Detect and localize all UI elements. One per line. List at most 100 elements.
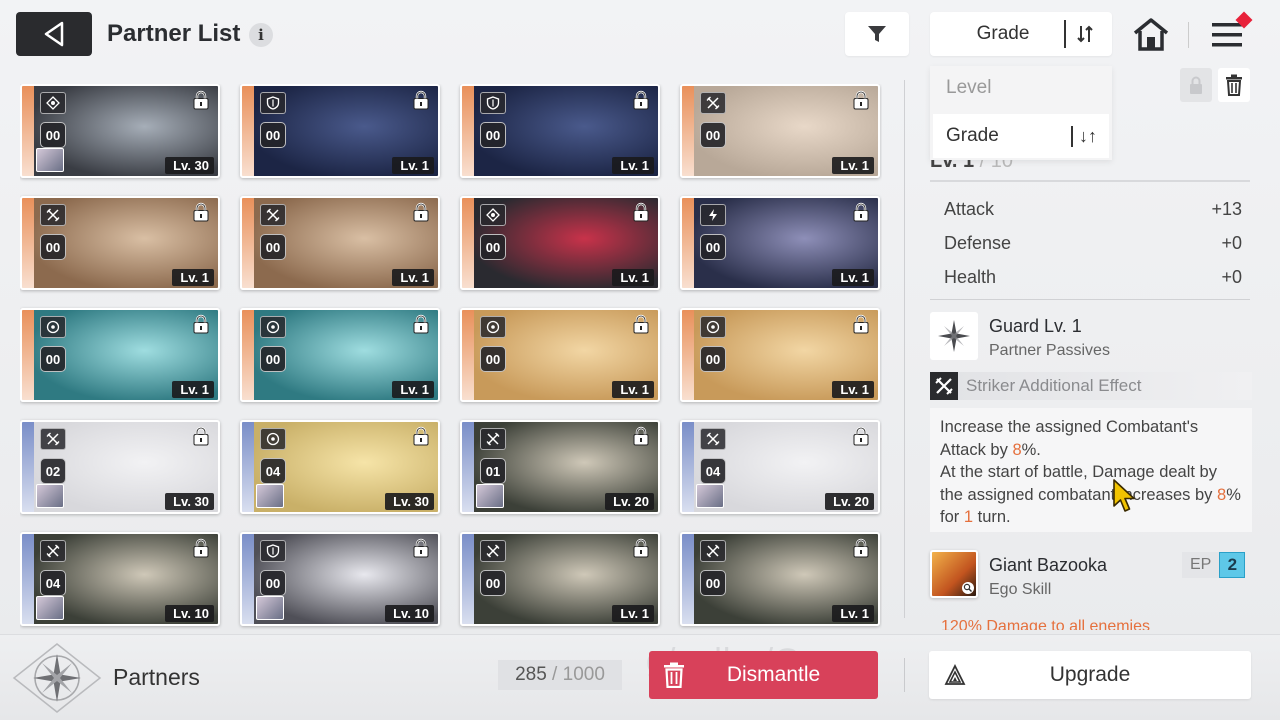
sort-option-label: Grade bbox=[946, 125, 999, 146]
partner-count: 285 / 1000 bbox=[498, 660, 622, 690]
partner-rank: 00 bbox=[480, 346, 506, 372]
upgrade-button[interactable]: Upgrade bbox=[929, 651, 1251, 699]
striker-icon bbox=[930, 372, 958, 400]
rarity-stripe bbox=[462, 422, 474, 512]
stats-list: Attack +13 Defense +0 Health +0 bbox=[930, 192, 1252, 294]
rarity-stripe bbox=[22, 198, 34, 288]
lock-icon bbox=[632, 202, 650, 222]
partner-card[interactable]: 00 Lv. 10 bbox=[240, 532, 440, 626]
circle-target-icon bbox=[40, 316, 66, 338]
lock-icon bbox=[632, 90, 650, 110]
partner-rank: 04 bbox=[40, 570, 66, 596]
lock-icon bbox=[192, 90, 210, 110]
lock-icon bbox=[1190, 76, 1202, 94]
rarity-stripe bbox=[22, 534, 34, 624]
partner-level-badge: Lv. 1 bbox=[392, 381, 434, 398]
partner-card[interactable]: 00 Lv. 1 bbox=[680, 196, 880, 290]
equipped-combatant-avatar bbox=[696, 484, 724, 508]
partner-card[interactable]: 00 Lv. 1 bbox=[680, 308, 880, 402]
sort-option-grade[interactable]: Grade ↓↑ bbox=[933, 114, 1109, 158]
partner-rank: 00 bbox=[40, 346, 66, 372]
crossed-swords-icon bbox=[700, 540, 726, 562]
info-icon[interactable]: i bbox=[249, 23, 273, 47]
ego-skill-icon[interactable] bbox=[930, 550, 978, 598]
partner-card[interactable]: 04 Lv. 20 bbox=[680, 420, 880, 514]
partner-card[interactable]: 00 Lv. 1 bbox=[240, 84, 440, 178]
partner-level-badge: Lv. 1 bbox=[832, 157, 874, 174]
lock-icon bbox=[852, 538, 870, 558]
partner-card[interactable]: 00 Lv. 1 bbox=[680, 532, 880, 626]
swords-icon bbox=[40, 204, 66, 226]
upgrade-icon bbox=[929, 664, 981, 686]
lock-icon bbox=[632, 314, 650, 334]
count-current: 285 bbox=[515, 664, 547, 685]
dismantle-button[interactable]: Dismantle bbox=[649, 651, 878, 699]
divider bbox=[930, 299, 1250, 300]
home-icon[interactable] bbox=[1131, 16, 1171, 52]
partner-level-badge: Lv. 1 bbox=[832, 381, 874, 398]
compass-emblem-icon bbox=[12, 643, 102, 713]
lock-icon bbox=[852, 314, 870, 334]
partner-card[interactable]: 00 Lv. 1 bbox=[460, 532, 660, 626]
striker-effect-header: Striker Additional Effect bbox=[930, 372, 1252, 400]
partner-level-badge: Lv. 1 bbox=[172, 269, 214, 286]
effect-turns: 1 bbox=[963, 508, 974, 526]
partner-rank: 04 bbox=[260, 458, 286, 484]
passive-skill-icon[interactable] bbox=[930, 312, 978, 360]
partner-card[interactable]: 04 Lv. 30 bbox=[240, 420, 440, 514]
circle-target-icon bbox=[260, 428, 286, 450]
stat-name: Attack bbox=[944, 198, 995, 219]
equipped-combatant-avatar bbox=[256, 596, 284, 620]
equipped-combatant-avatar bbox=[476, 484, 504, 508]
partner-rank: 00 bbox=[260, 346, 286, 372]
rarity-stripe bbox=[462, 310, 474, 400]
panel-divider bbox=[904, 80, 905, 618]
dismantle-label: Dismantle bbox=[726, 663, 821, 686]
effect-description: Increase the assigned Combatant's Attack… bbox=[930, 408, 1252, 532]
partner-level-badge: Lv. 1 bbox=[392, 269, 434, 286]
lock-toggle-button[interactable] bbox=[1180, 68, 1212, 102]
back-button[interactable] bbox=[16, 12, 92, 56]
partner-card[interactable]: 00 Lv. 1 bbox=[460, 196, 660, 290]
partner-card[interactable]: 00 Lv. 1 bbox=[240, 196, 440, 290]
sort-order-icon[interactable] bbox=[1064, 20, 1104, 48]
partner-card[interactable]: 00 Lv. 1 bbox=[460, 84, 660, 178]
ep-cost: EP 2 bbox=[1182, 552, 1246, 578]
sort-dropdown-button[interactable]: Grade bbox=[930, 12, 1112, 56]
passive-name: Guard Lv. 1 bbox=[989, 316, 1082, 336]
effect-label: Striker Additional Effect bbox=[966, 376, 1142, 395]
partner-card[interactable]: 01 Lv. 20 bbox=[460, 420, 660, 514]
partner-card[interactable]: 00 Lv. 30 bbox=[20, 84, 220, 178]
partner-card[interactable]: 04 Lv. 10 bbox=[20, 532, 220, 626]
rarity-stripe bbox=[682, 310, 694, 400]
rarity-stripe bbox=[22, 86, 34, 176]
ego-skill-name: Giant Bazooka bbox=[989, 555, 1108, 575]
rarity-stripe bbox=[242, 534, 254, 624]
sort-option-label: Level bbox=[946, 77, 992, 98]
rarity-stripe bbox=[682, 86, 694, 176]
star-burst-icon bbox=[938, 320, 970, 352]
trash-icon bbox=[649, 662, 699, 688]
partner-card[interactable]: 00 Lv. 1 bbox=[20, 196, 220, 290]
sort-option-level[interactable]: Level bbox=[930, 66, 1112, 110]
back-arrow-icon bbox=[44, 21, 64, 47]
sort-label: Grade bbox=[976, 23, 1030, 44]
delete-button[interactable] bbox=[1218, 68, 1250, 102]
effect-attack-pct: 8 bbox=[1012, 440, 1022, 459]
partner-card[interactable]: 00 Lv. 1 bbox=[240, 308, 440, 402]
partner-rank: 00 bbox=[700, 346, 726, 372]
partner-card[interactable]: 00 Lv. 1 bbox=[680, 84, 880, 178]
partner-card[interactable]: 02 Lv. 30 bbox=[20, 420, 220, 514]
partner-rank: 00 bbox=[480, 122, 506, 148]
partner-card[interactable]: 00 Lv. 1 bbox=[20, 308, 220, 402]
rarity-stripe bbox=[22, 422, 34, 512]
effect-text: At the start of battle, Damage dealt by … bbox=[940, 463, 1217, 504]
ep-value: 2 bbox=[1219, 552, 1246, 578]
lock-icon bbox=[192, 314, 210, 334]
partner-card[interactable]: 00 Lv. 1 bbox=[460, 308, 660, 402]
filter-button[interactable] bbox=[845, 12, 909, 56]
rarity-stripe bbox=[242, 198, 254, 288]
lock-icon bbox=[412, 538, 430, 558]
bolt-icon bbox=[700, 204, 726, 226]
partner-level-badge: Lv. 1 bbox=[172, 381, 214, 398]
